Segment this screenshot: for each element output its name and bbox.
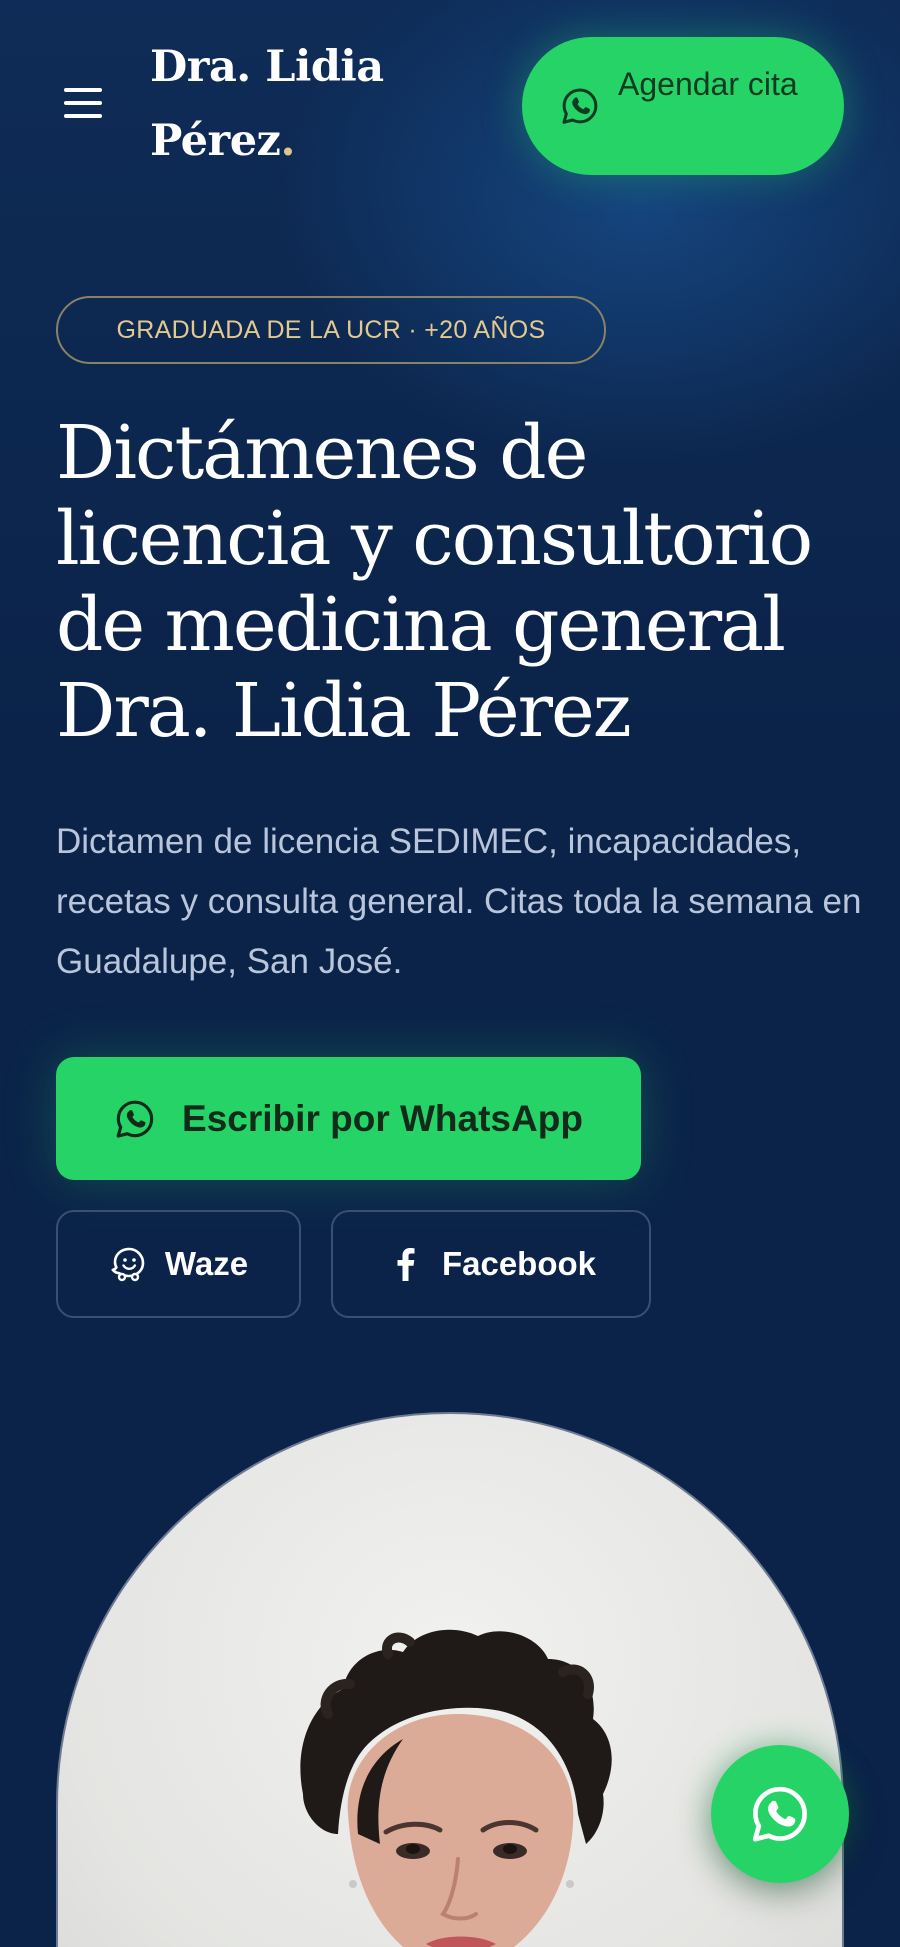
hero-description: Dictamen de licencia SEDIMEC, incapacida… xyxy=(56,822,862,981)
page-title: Dictámenes de licencia y consultorio de … xyxy=(56,410,813,754)
waze-button-label: Waze xyxy=(164,1245,249,1282)
agendar-cita-label: Agendar cita xyxy=(618,66,798,102)
facebook-button-label: Facebook xyxy=(441,1245,597,1282)
agendar-cita-button[interactable]: Agendar cita xyxy=(522,37,844,175)
whatsapp-icon xyxy=(562,88,598,124)
facebook-icon xyxy=(397,1248,415,1281)
whatsapp-icon xyxy=(752,1786,807,1842)
site-header: Dra. Lidia Pérez. Agendar cita xyxy=(0,0,900,210)
logo-line-1: Dra. Lidia xyxy=(150,42,384,92)
credential-badge: GRADUADA DE LA UCR · +20 AÑOS xyxy=(56,296,606,364)
logo-dot: . xyxy=(280,116,295,166)
whatsapp-button[interactable]: Escribir por WhatsApp xyxy=(56,1057,641,1180)
site-logo[interactable]: Dra. Lidia Pérez. xyxy=(150,30,410,178)
facebook-button[interactable]: Facebook xyxy=(331,1210,651,1318)
waze-button[interactable]: Waze xyxy=(56,1210,301,1318)
waze-icon xyxy=(111,1247,145,1282)
logo-line-2: Pérez xyxy=(150,116,281,166)
whatsapp-button-label: Escribir por WhatsApp xyxy=(182,1097,583,1139)
whatsapp-icon xyxy=(116,1100,154,1138)
logo-line-2-wrap: Pérez. xyxy=(150,104,410,178)
floating-whatsapp-button[interactable] xyxy=(711,1745,849,1883)
hamburger-menu-icon[interactable] xyxy=(60,86,104,122)
